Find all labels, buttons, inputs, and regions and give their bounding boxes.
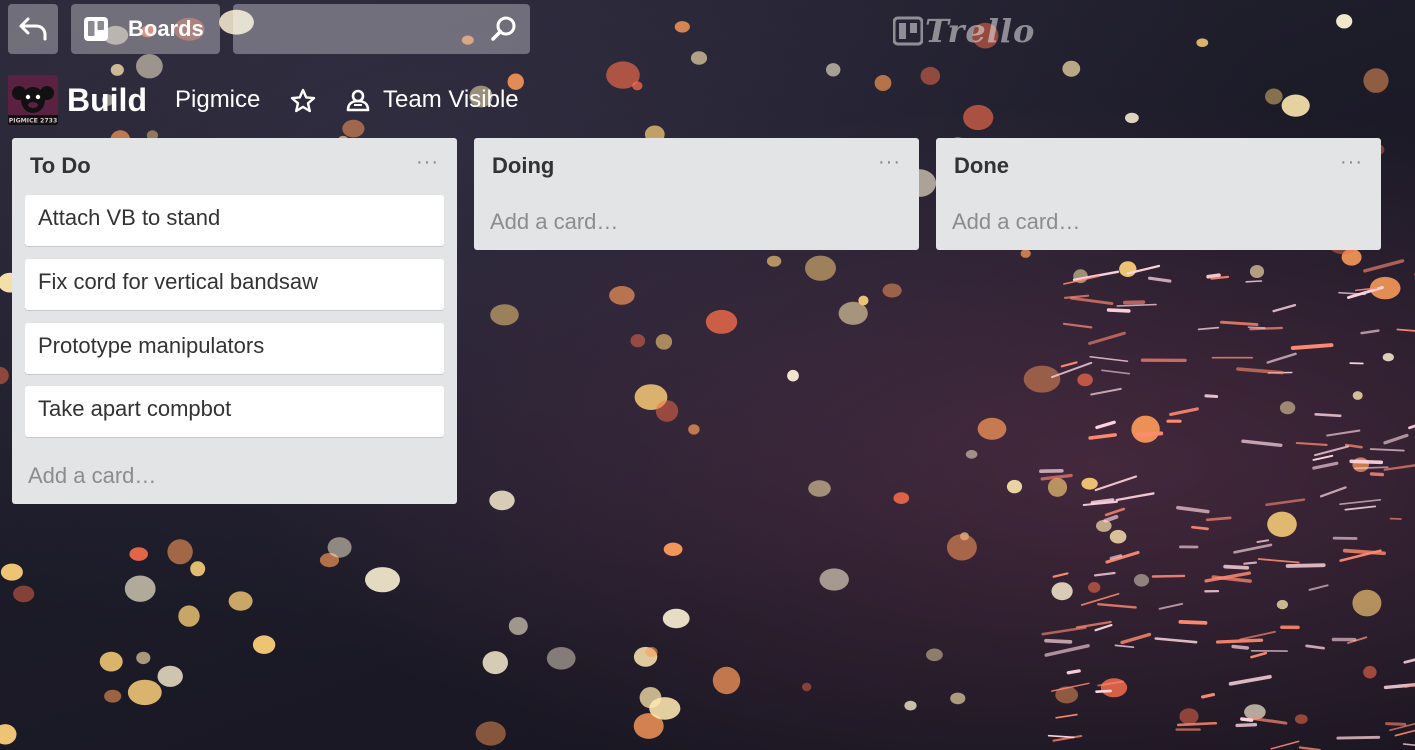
top-header: Boards Trello — [0, 0, 1415, 60]
add-card-button[interactable]: Add a card… — [952, 207, 1080, 237]
star-icon[interactable] — [290, 88, 316, 114]
trello-logo-icon — [893, 16, 923, 46]
list-title[interactable]: Doing — [492, 152, 554, 180]
team-icon — [346, 89, 370, 112]
trello-logo-text: Trello — [925, 12, 1036, 50]
pigmice-logo-image: PIGMICE 2733 — [8, 86, 58, 125]
add-card-button[interactable]: Add a card… — [490, 207, 618, 237]
list-doing: Doing ··· Add a card… — [474, 138, 919, 250]
card[interactable]: Fix cord for vertical bandsaw — [25, 259, 444, 310]
list-done: Done ··· Add a card… — [936, 138, 1381, 250]
search-box[interactable] — [233, 4, 530, 54]
svg-text:PIGMICE 2733: PIGMICE 2733 — [9, 118, 58, 125]
board-title[interactable]: Build — [67, 80, 147, 120]
team-avatar[interactable]: PIGMICE 2733 — [8, 75, 58, 125]
trello-logo[interactable]: Trello — [893, 12, 1035, 50]
list-menu-icon[interactable]: ··· — [878, 152, 901, 172]
back-button[interactable] — [8, 4, 58, 54]
visibility-button[interactable]: Team Visible — [345, 84, 519, 116]
card[interactable]: Prototype manipulators — [25, 323, 444, 374]
card[interactable]: Attach VB to stand — [25, 195, 444, 246]
list-title[interactable]: To Do — [30, 152, 91, 180]
search-input[interactable] — [233, 4, 483, 54]
list-menu-icon[interactable]: ··· — [416, 152, 439, 172]
list-to-do: To Do ··· Attach VB to stand Fix cord fo… — [12, 138, 457, 504]
board-header: PIGMICE 2733 Build Pigmice Team Visible — [0, 72, 1415, 128]
list-title[interactable]: Done — [954, 152, 1009, 180]
search-icon[interactable] — [490, 15, 518, 43]
card[interactable]: Take apart compbot — [25, 386, 444, 437]
boards-label: Boards — [128, 16, 204, 41]
boards-icon — [84, 17, 108, 41]
team-name-link[interactable]: Pigmice — [175, 84, 260, 116]
add-card-button[interactable]: Add a card… — [28, 461, 156, 491]
list-menu-icon[interactable]: ··· — [1340, 152, 1363, 172]
visibility-label: Team Visible — [383, 86, 519, 113]
boards-button[interactable]: Boards — [71, 4, 220, 54]
back-arrow-icon — [19, 17, 47, 41]
